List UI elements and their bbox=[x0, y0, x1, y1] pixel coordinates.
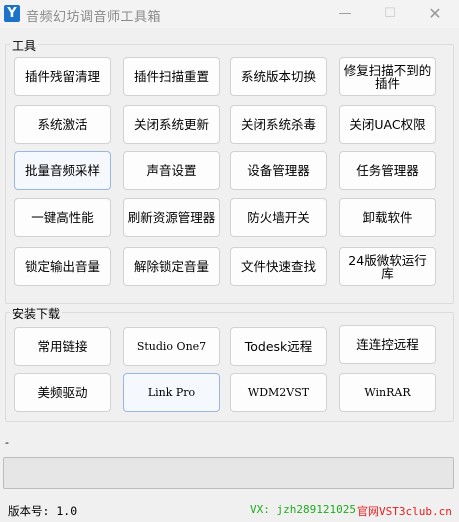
disable-updates-button[interactable]: 关闭系统更新 bbox=[123, 105, 220, 144]
lianlian-remote-button[interactable]: 连连控远程 bbox=[339, 325, 436, 364]
downloads-group-label: 安装下载 bbox=[10, 305, 63, 322]
batch-sample-button[interactable]: 批量音频采样 bbox=[14, 151, 111, 190]
repair-plugin-scan-button[interactable]: 修复扫描不到的插件 bbox=[339, 57, 436, 96]
unlock-volume-button[interactable]: 解除锁定音量 bbox=[123, 247, 220, 286]
minimize-button[interactable]: — bbox=[323, 0, 367, 28]
window-title: 音频幻坊调音师工具箱 bbox=[26, 10, 162, 25]
title-bar[interactable]: Y 音频幻坊调音师工具箱 — ☐ ✕ bbox=[0, 0, 459, 28]
task-manager-button[interactable]: 任务管理器 bbox=[339, 151, 436, 190]
uninstall-software-button[interactable]: 卸载软件 bbox=[339, 198, 436, 237]
high-performance-button[interactable]: 一键高性能 bbox=[14, 198, 111, 237]
progress-marker: - bbox=[5, 436, 9, 449]
plugin-scan-reset-button[interactable]: 插件扫描重置 bbox=[123, 57, 220, 96]
firewall-toggle-button[interactable]: 防火墙开关 bbox=[230, 198, 327, 237]
refresh-explorer-button[interactable]: 刷新资源管理器 bbox=[123, 198, 220, 237]
sound-settings-button[interactable]: 声音设置 bbox=[123, 151, 220, 190]
device-manager-button[interactable]: 设备管理器 bbox=[230, 151, 327, 190]
website-link[interactable]: 官网VST3club.cn bbox=[357, 503, 452, 519]
wechat-contact: VX: jzh289121025 bbox=[250, 503, 356, 516]
todesk-button[interactable]: Todesk远程 bbox=[230, 327, 327, 366]
lock-volume-button[interactable]: 锁定输出音量 bbox=[14, 247, 111, 286]
vc-runtime-button[interactable]: 24版微软运行库 bbox=[339, 247, 436, 286]
system-version-switch-button[interactable]: 系统版本切换 bbox=[230, 57, 327, 96]
progress-bar bbox=[3, 457, 454, 489]
common-links-button[interactable]: 常用链接 bbox=[14, 327, 111, 366]
audio-driver-button[interactable]: 美频驱动 bbox=[14, 373, 111, 412]
link-pro-button[interactable]: Link Pro bbox=[123, 373, 220, 412]
version-label: 版本号: 1.0 bbox=[8, 504, 78, 518]
winrar-button[interactable]: WinRAR bbox=[339, 373, 436, 412]
close-button[interactable]: ✕ bbox=[413, 0, 457, 28]
app-logo-icon: Y bbox=[4, 5, 20, 22]
tools-group-label: 工具 bbox=[10, 37, 39, 54]
plugin-cleanup-button[interactable]: 插件残留清理 bbox=[14, 57, 111, 96]
disable-uac-button[interactable]: 关闭UAC权限 bbox=[339, 105, 436, 144]
system-activate-button[interactable]: 系统激活 bbox=[14, 105, 111, 144]
file-search-button[interactable]: 文件快速查找 bbox=[230, 247, 327, 286]
maximize-button[interactable]: ☐ bbox=[368, 0, 412, 28]
wdm2vst-button[interactable]: WDM2VST bbox=[230, 373, 327, 412]
disable-antivirus-button[interactable]: 关闭系统杀毒 bbox=[230, 105, 327, 144]
studio-one-button[interactable]: Studio One7 bbox=[123, 327, 220, 366]
